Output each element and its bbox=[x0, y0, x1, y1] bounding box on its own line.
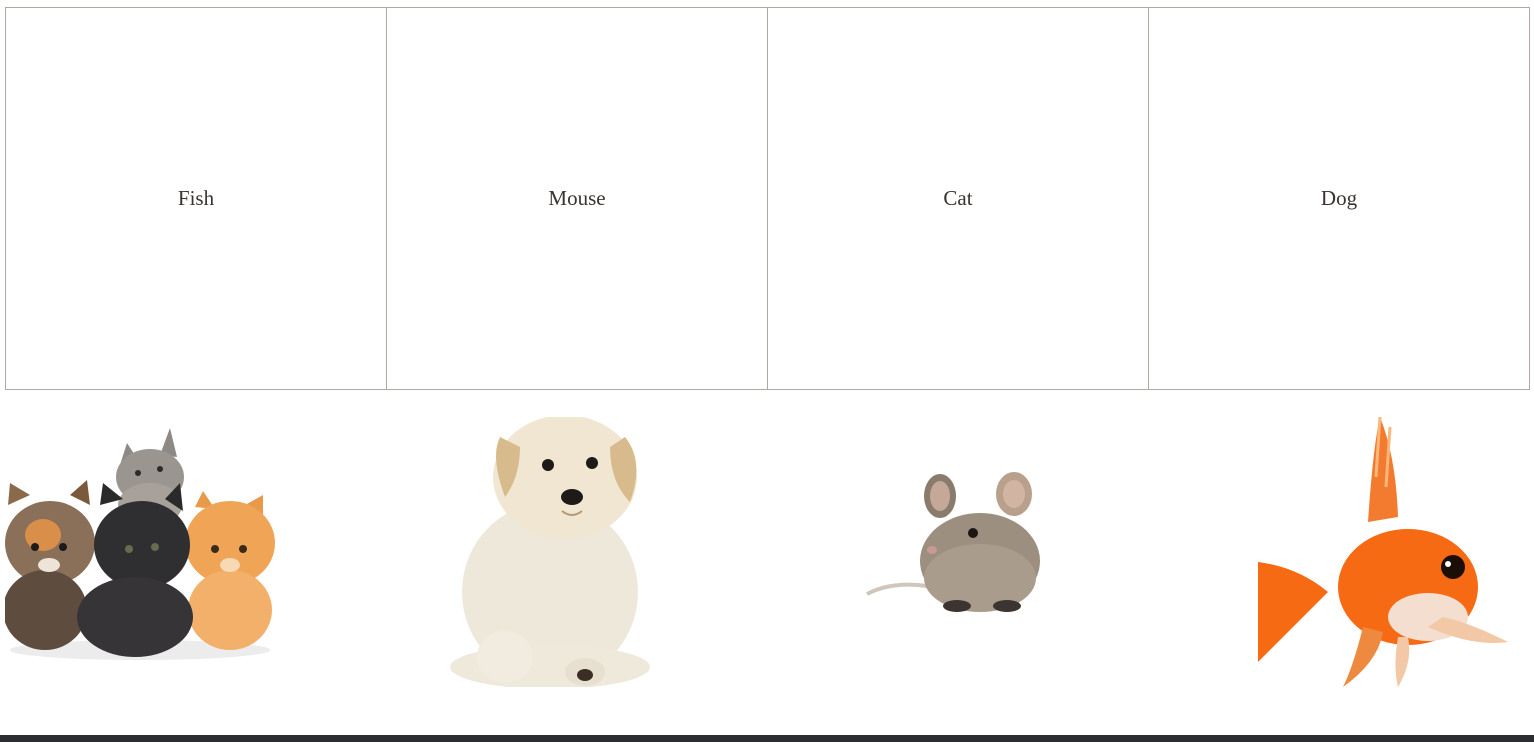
goldfish-image[interactable] bbox=[1258, 417, 1513, 687]
drop-zone-row: Fish Mouse Cat Dog bbox=[5, 7, 1530, 390]
drop-zone-cat[interactable]: Cat bbox=[767, 7, 1148, 390]
bottom-bar bbox=[0, 735, 1534, 742]
kittens-image[interactable] bbox=[5, 425, 275, 660]
drop-zone-label: Fish bbox=[177, 186, 215, 210]
drop-zone-label: Cat bbox=[943, 186, 973, 210]
drop-zone-dog[interactable]: Dog bbox=[1148, 7, 1530, 390]
puppy-image[interactable] bbox=[420, 417, 652, 687]
drop-zone-fish[interactable]: Fish bbox=[5, 7, 386, 390]
drop-zone-label: Mouse bbox=[548, 186, 606, 210]
draggable-images-area bbox=[0, 400, 1534, 720]
drop-zone-label: Dog bbox=[1320, 186, 1358, 210]
drop-zone-mouse[interactable]: Mouse bbox=[386, 7, 767, 390]
mouse-image[interactable] bbox=[862, 466, 1047, 626]
